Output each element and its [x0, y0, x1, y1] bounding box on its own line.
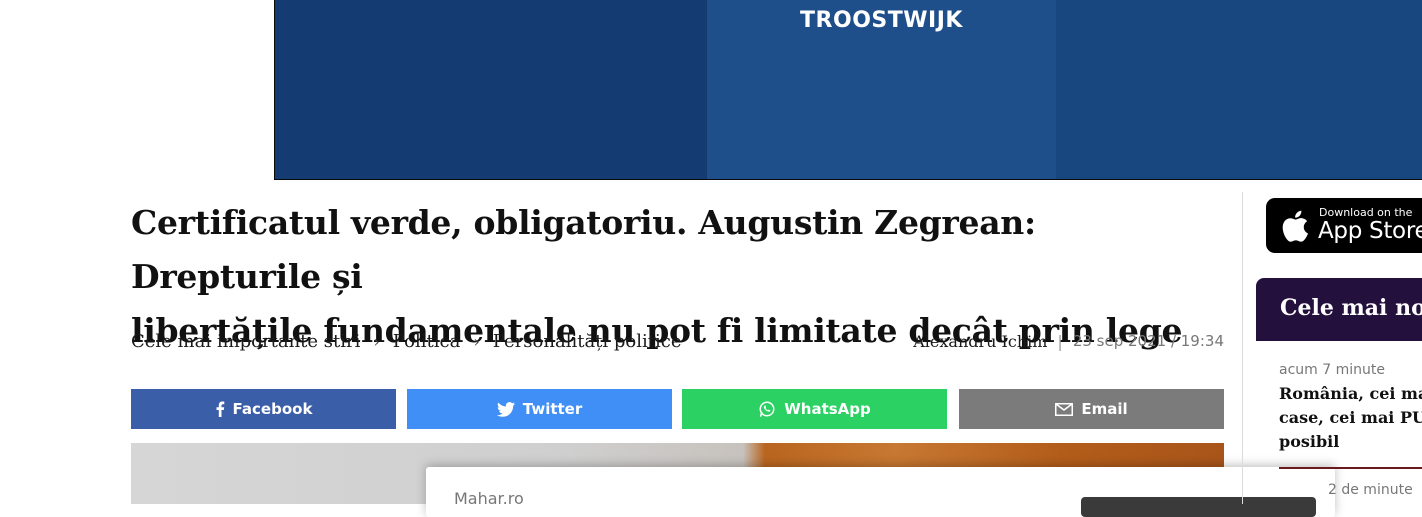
- breadcrumb-item-personalitati[interactable]: Personalități politice: [493, 331, 682, 352]
- share-whatsapp-label: WhatsApp: [784, 400, 871, 418]
- news-item-headline[interactable]: România, cei mai case, cei mai PUȚ posib…: [1279, 382, 1422, 454]
- breadcrumb-item-stiri[interactable]: Cele mai importante stiri: [131, 331, 360, 352]
- share-email-button[interactable]: Email: [959, 389, 1224, 429]
- overlay-action-button[interactable]: [1081, 497, 1316, 517]
- banner-panel-right: [1056, 0, 1422, 179]
- share-facebook-button[interactable]: Facebook: [131, 389, 396, 429]
- news-item-time: acum 7 minute: [1279, 362, 1385, 378]
- app-store-label: App Store: [1318, 218, 1422, 244]
- news-item-time-next: 2 de minute: [1328, 482, 1413, 498]
- meta-divider: |: [1057, 331, 1063, 351]
- sidebar-divider: [1242, 192, 1243, 504]
- author-link[interactable]: Alexandru Ichim: [913, 332, 1047, 351]
- apple-icon: [1278, 208, 1310, 248]
- share-twitter-label: Twitter: [522, 400, 583, 418]
- app-store-badge[interactable]: Download on the App Store: [1266, 198, 1422, 253]
- breadcrumb-separator-icon: ›: [473, 331, 480, 351]
- article-title-line-1: Certificatul verde, obligatoriu. Augusti…: [131, 203, 1036, 296]
- share-email-label: Email: [1081, 400, 1128, 418]
- share-twitter-button[interactable]: Twitter: [407, 389, 672, 429]
- breadcrumb-separator-icon: ›: [373, 331, 380, 351]
- latest-news-header: Cele mai noi: [1256, 278, 1422, 341]
- latest-news-title: Cele mai noi: [1280, 295, 1422, 321]
- overlay-popup: Mahar.ro: [426, 467, 1335, 517]
- breadcrumb: Cele mai importante stiri › Politica › P…: [131, 328, 682, 354]
- publish-date: 23 sep 2021 / 19:34: [1072, 332, 1224, 350]
- whatsapp-icon: [758, 400, 776, 418]
- overlay-site-label: Mahar.ro: [454, 489, 524, 508]
- facebook-icon: [215, 401, 225, 417]
- article-meta: Alexandru Ichim | 23 sep 2021 / 19:34: [913, 328, 1224, 354]
- banner-ad[interactable]: TROOSTWIJK: [274, 0, 1422, 180]
- email-icon: [1055, 402, 1074, 416]
- latest-news-list: acum 7 minute România, cei mai case, cei…: [1279, 362, 1422, 469]
- share-facebook-label: Facebook: [232, 400, 313, 418]
- brand-logo: TROOSTWIJK: [800, 8, 963, 33]
- breadcrumb-item-politica[interactable]: Politica: [393, 331, 461, 352]
- share-whatsapp-button[interactable]: WhatsApp: [682, 389, 947, 429]
- share-buttons: Facebook Twitter WhatsApp Email: [131, 389, 1224, 429]
- twitter-icon: [496, 401, 515, 417]
- news-item-separator: [1279, 467, 1422, 469]
